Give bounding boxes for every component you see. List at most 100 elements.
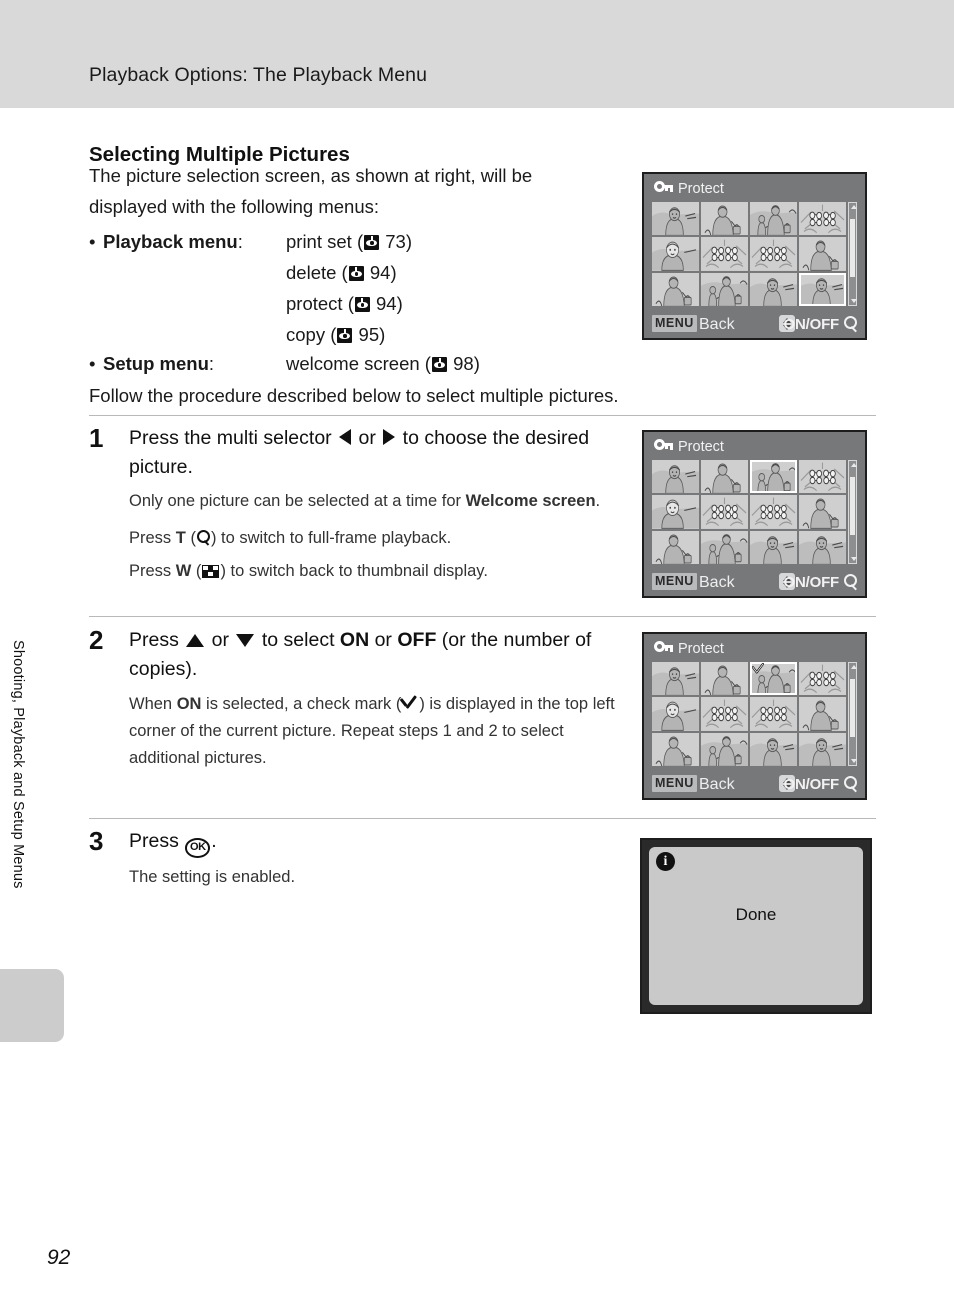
menu-button-label[interactable]: MENU [652,315,697,332]
back-label: Back [699,574,735,591]
thumbnail-cell[interactable] [799,202,846,236]
thumbnail-cell[interactable] [750,662,797,696]
note-text-c: ) to switch to full-frame playback. [210,529,452,547]
thumbnail-cell[interactable] [701,697,748,731]
note-text-a: Press [129,562,176,580]
step2-body-on: ON [176,695,202,713]
thumbnail-cell[interactable] [652,530,699,564]
thumbnail-cell[interactable] [799,272,846,306]
step2-title-b: or [206,629,235,651]
note-text-b: ( [185,529,196,547]
thumbnail-cell[interactable] [701,732,748,766]
running-header: Playback Options: The Playback Menu [0,0,954,108]
magnifier-icon [842,315,859,333]
step-body-2: When ON is selected, a check mark () is … [129,691,619,772]
thumbnail-cell[interactable] [701,495,748,529]
playback-menu-entries: print set ( 73) delete ( 94) protect ( 9… [286,226,412,350]
divider-step-3 [89,818,876,819]
thumbnail-cell[interactable] [799,495,846,529]
page-ref-icon [364,235,380,250]
onoff-label: ON/OFF [783,776,840,793]
thumbnail-grid-icon [202,565,220,578]
page-ref-icon [354,297,370,312]
thumbnail-cell[interactable] [652,237,699,271]
entry-delete: delete ( 94) [286,262,397,283]
running-title: Playback Options: The Playback Menu [89,64,428,86]
thumbnail-cell[interactable] [799,697,846,731]
lcd-title-bar: Protect [654,439,724,458]
scrollbar[interactable] [848,662,857,766]
key-icon [654,439,673,450]
info-icon: i [656,852,675,871]
thumbnail-cell[interactable] [652,732,699,766]
back-label: Back [699,776,735,793]
thumbnail-cell[interactable] [652,460,699,494]
follow-procedure-text: Follow the procedure described below to … [89,385,619,406]
entry-print-set: print set ( 73) [286,231,413,252]
page-ref-icon [431,357,447,372]
entry-page: 95 [358,324,380,345]
thumbnail-cell[interactable] [701,202,748,236]
bullet-dot-icon: • [89,231,96,252]
step2-title-c: to select [256,629,340,651]
entry-name: delete [286,262,337,283]
bullet-label-playback: Playback menu [103,231,238,252]
lcd-title-bar: Protect [654,641,724,660]
scrollbar[interactable] [848,202,857,306]
step2-body-a: When [129,695,177,713]
thumbnail-cell[interactable] [750,495,797,529]
thumbnail-grid [652,662,846,766]
thumbnail-cell[interactable] [799,237,846,271]
thumbnail-cell[interactable] [652,697,699,731]
step-title-3: Press OK. [129,827,619,858]
scroll-thumb[interactable] [850,477,855,535]
menu-button-label[interactable]: MENU [652,573,697,590]
chapter-thumb-tab [0,969,64,1042]
chapter-side-label: Shooting, Playback and Setup Menus [10,640,26,889]
bullet-label-setup: Setup menu [103,353,209,374]
intro-paragraph: The picture selection screen, as shown a… [89,160,609,222]
step-title-1: Press the multi selector or to choose th… [129,424,619,482]
entry-page: 94 [376,293,397,314]
thumbnail-cell[interactable] [701,272,748,306]
thumbnail-cell[interactable] [750,732,797,766]
note-bold: W [175,562,192,580]
thumbnail-cell[interactable] [701,460,748,494]
scroll-thumb[interactable] [850,679,855,737]
note-text-b: ( [191,562,202,580]
step-number-3: 3 [89,826,104,856]
thumbnail-cell[interactable] [750,202,797,236]
step-body-3: The setting is enabled. [129,868,296,886]
thumbnail-cell[interactable] [652,202,699,236]
thumbnail-cell[interactable] [750,237,797,271]
onoff-label: ON/OFF [783,316,840,333]
scroll-thumb[interactable] [850,219,855,277]
thumbnail-cell[interactable] [701,662,748,696]
done-message: Done [735,905,777,924]
thumbnail-cell[interactable] [750,272,797,306]
thumbnail-cell[interactable] [750,460,797,494]
entry-page: 98 [453,353,474,374]
intro-line-2: displayed with the following menus: [89,196,379,217]
lcd-title-text: Protect [678,641,724,657]
thumbnail-cell[interactable] [750,697,797,731]
key-icon [654,641,673,652]
thumbnail-cell[interactable] [799,460,846,494]
thumbnail-cell[interactable] [750,530,797,564]
thumbnail-cell[interactable] [652,272,699,306]
thumbnail-cell[interactable] [799,732,846,766]
entry-page: 94 [369,262,391,283]
thumbnail-cell[interactable] [652,495,699,529]
magnifier-icon [842,775,859,793]
divider-step-2 [89,616,876,617]
protect-screen-intro: Protect MENU Back ON/OFF [642,172,867,340]
scrollbar[interactable] [848,460,857,564]
thumbnail-cell[interactable] [799,662,846,696]
menu-button-label[interactable]: MENU [652,775,697,792]
thumbnail-cell[interactable] [701,530,748,564]
divider-step-1 [89,415,876,416]
thumbnail-cell[interactable] [652,662,699,696]
thumbnail-cell[interactable] [799,530,846,564]
thumbnail-cell[interactable] [701,237,748,271]
entry-page: 73 [385,231,406,252]
